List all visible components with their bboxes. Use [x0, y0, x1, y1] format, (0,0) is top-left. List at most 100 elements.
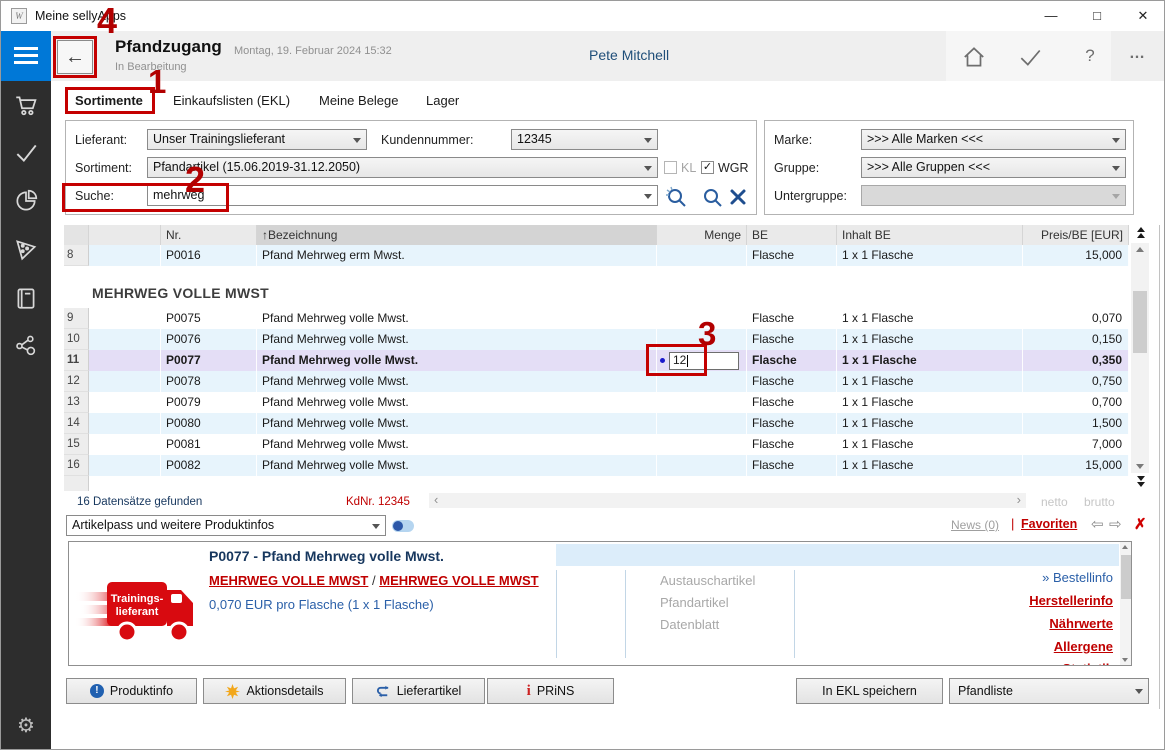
produktinfo-button[interactable]: !Produktinfo: [66, 678, 197, 704]
col-header-inhalt-be[interactable]: Inhalt BE: [837, 225, 1023, 245]
minimize-button[interactable]: —: [1028, 1, 1074, 31]
table-horizontal-scrollbar[interactable]: ‹›: [429, 493, 1026, 508]
table-header-row: Nr. ↑Bezeichnung Menge BE Inhalt BE Prei…: [64, 225, 1129, 245]
col-header-menge[interactable]: Menge: [657, 225, 747, 245]
search-icon[interactable]: [700, 185, 726, 216]
naehrwerte-link[interactable]: Nährwerte: [1049, 616, 1113, 631]
star-burst-icon: [225, 684, 240, 699]
cell: P0079: [161, 392, 257, 413]
prev-arrow-icon[interactable]: ⇦: [1091, 515, 1104, 533]
share-icon[interactable]: [13, 333, 39, 359]
col-header-bezeichnung[interactable]: ↑Bezeichnung: [257, 225, 657, 245]
scroll-down-icon[interactable]: [1122, 658, 1128, 662]
confirm-icon[interactable]: [1017, 44, 1043, 68]
detail-scrollbar[interactable]: [1120, 542, 1132, 665]
scroll-down-icon[interactable]: [1136, 464, 1144, 469]
col-header-be[interactable]: BE: [747, 225, 837, 245]
sidebar: [1, 31, 51, 750]
scroll-up-icon[interactable]: [1136, 247, 1144, 252]
cell: Pfand Mehrweg volle Mwst.: [257, 329, 657, 350]
table-row[interactable]: 10P0076Pfand Mehrweg volle Mwst.Flasche1…: [64, 329, 1129, 350]
cell: Flasche: [747, 350, 837, 371]
pizza-icon[interactable]: [13, 236, 39, 262]
table-row[interactable]: 15P0081Pfand Mehrweg volle Mwst.Flasche1…: [64, 434, 1129, 455]
table-row[interactable]: 11P0077Pfand Mehrweg volle Mwst.12Flasch…: [64, 350, 1129, 371]
col-header-preis-be[interactable]: Preis/BE [EUR]: [1023, 225, 1129, 245]
clear-search-icon[interactable]: [729, 188, 747, 211]
favoriten-link[interactable]: Favoriten: [1021, 517, 1077, 531]
article-table: Nr. ↑Bezeichnung Menge BE Inhalt BE Prei…: [64, 225, 1129, 476]
gruppe-dropdown[interactable]: >>> Alle Gruppen <<<: [861, 157, 1126, 178]
help-icon[interactable]: ?: [1077, 44, 1103, 68]
pfandliste-dropdown[interactable]: Pfandliste: [949, 678, 1149, 704]
statistik-link[interactable]: Statistik: [1062, 661, 1113, 666]
herstellerinfo-link[interactable]: Herstellerinfo: [1029, 593, 1113, 608]
next-arrow-icon[interactable]: ⇨: [1109, 515, 1122, 533]
allergene-link[interactable]: Allergene: [1054, 639, 1113, 654]
table-row[interactable]: 16P0082Pfand Mehrweg volle Mwst.Flasche1…: [64, 455, 1129, 476]
table-row[interactable]: 14P0080Pfand Mehrweg volle Mwst.Flasche1…: [64, 413, 1129, 434]
table-vertical-scrollbar[interactable]: [1131, 243, 1149, 473]
jump-to-bottom-icon[interactable]: [1132, 475, 1150, 488]
scroll-right-icon[interactable]: ›: [1017, 492, 1021, 507]
more-options-icon[interactable]: …: [1125, 44, 1151, 68]
scrollbar-thumb[interactable]: [1121, 555, 1131, 599]
wgr-checkbox[interactable]: ✓: [701, 161, 714, 174]
brutto-toggle[interactable]: brutto: [1084, 495, 1115, 509]
table-row[interactable]: 12P0078Pfand Mehrweg volle Mwst.Flasche1…: [64, 371, 1129, 392]
cart-icon[interactable]: [13, 92, 39, 118]
category-links: MEHRWEG VOLLE MWST / MEHRWEG VOLLE MWST: [209, 573, 539, 588]
tab-einkaufslisten[interactable]: Einkaufslisten (EKL): [173, 93, 290, 108]
sortiment-dropdown[interactable]: Pfandartikel (15.06.2019-31.12.2050): [147, 157, 658, 178]
cell: [657, 392, 747, 413]
col-header-nr[interactable]: Nr.: [161, 225, 257, 245]
info-icon: !: [90, 684, 104, 698]
news-link[interactable]: News (0): [951, 518, 999, 532]
in-ekl-speichern-button[interactable]: In EKL speichern: [796, 678, 943, 704]
cell: 1,500: [1023, 413, 1129, 434]
netto-toggle[interactable]: netto: [1041, 495, 1068, 509]
close-panel-icon[interactable]: ✗: [1134, 515, 1147, 533]
tab-meine-belege[interactable]: Meine Belege: [319, 93, 399, 108]
marke-dropdown[interactable]: >>> Alle Marken <<<: [861, 129, 1126, 150]
wgr-label: WGR: [718, 161, 749, 175]
table-row[interactable]: 8P0016Pfand Mehrweg erm Mwst.Flasche1 x …: [64, 245, 1129, 266]
user-name[interactable]: Pete Mitchell: [589, 47, 669, 63]
infopanel-toggle[interactable]: [392, 520, 414, 532]
jump-to-top-icon[interactable]: [1132, 226, 1150, 239]
hamburger-menu-icon[interactable]: [1, 31, 51, 81]
table-row[interactable]: 13P0079Pfand Mehrweg volle Mwst.Flasche1…: [64, 392, 1129, 413]
infopanel-dropdown[interactable]: Artikelpass und weitere Produktinfos: [66, 515, 386, 536]
advanced-search-icon[interactable]: [664, 185, 690, 216]
chevron-down-icon: [1112, 166, 1120, 171]
bestellinfo-link[interactable]: » Bestellinfo: [1042, 570, 1113, 585]
category-link-1[interactable]: MEHRWEG VOLLE MWST: [209, 573, 368, 588]
book-icon[interactable]: [13, 285, 39, 311]
kundennummer-dropdown[interactable]: 12345: [511, 129, 658, 150]
check-icon[interactable]: [13, 140, 39, 166]
maximize-button[interactable]: □: [1074, 1, 1120, 31]
lieferartikel-button[interactable]: Lieferartikel: [352, 678, 485, 704]
pie-chart-icon[interactable]: [13, 188, 39, 214]
scroll-left-icon[interactable]: ‹: [434, 492, 438, 507]
cell: [89, 329, 161, 350]
aktionsdetails-button[interactable]: Aktionsdetails: [203, 678, 346, 704]
prins-button[interactable]: iPRiNS: [487, 678, 614, 704]
category-link-2[interactable]: MEHRWEG VOLLE MWST: [379, 573, 538, 588]
annotation-step-4: 4: [97, 3, 117, 39]
scroll-up-icon[interactable]: [1122, 545, 1128, 549]
lieferant-dropdown[interactable]: Unser Trainingslieferant: [147, 129, 367, 150]
cell: 14: [64, 413, 89, 434]
content-edge-divider: [1159, 225, 1160, 709]
cell: [89, 434, 161, 455]
table-row[interactable]: 9P0075Pfand Mehrweg volle Mwst.Flasche1 …: [64, 308, 1129, 329]
close-button[interactable]: ✕: [1120, 1, 1165, 31]
kl-checkbox[interactable]: [664, 161, 677, 174]
cell: [89, 392, 161, 413]
scrollbar-thumb[interactable]: [1133, 291, 1147, 353]
home-icon[interactable]: [961, 44, 987, 68]
tab-lager[interactable]: Lager: [426, 93, 459, 108]
chevron-down-icon: [353, 138, 361, 143]
supplier-logo: Trainings- lieferant: [75, 568, 209, 656]
gear-icon[interactable]: ⚙: [13, 713, 39, 738]
